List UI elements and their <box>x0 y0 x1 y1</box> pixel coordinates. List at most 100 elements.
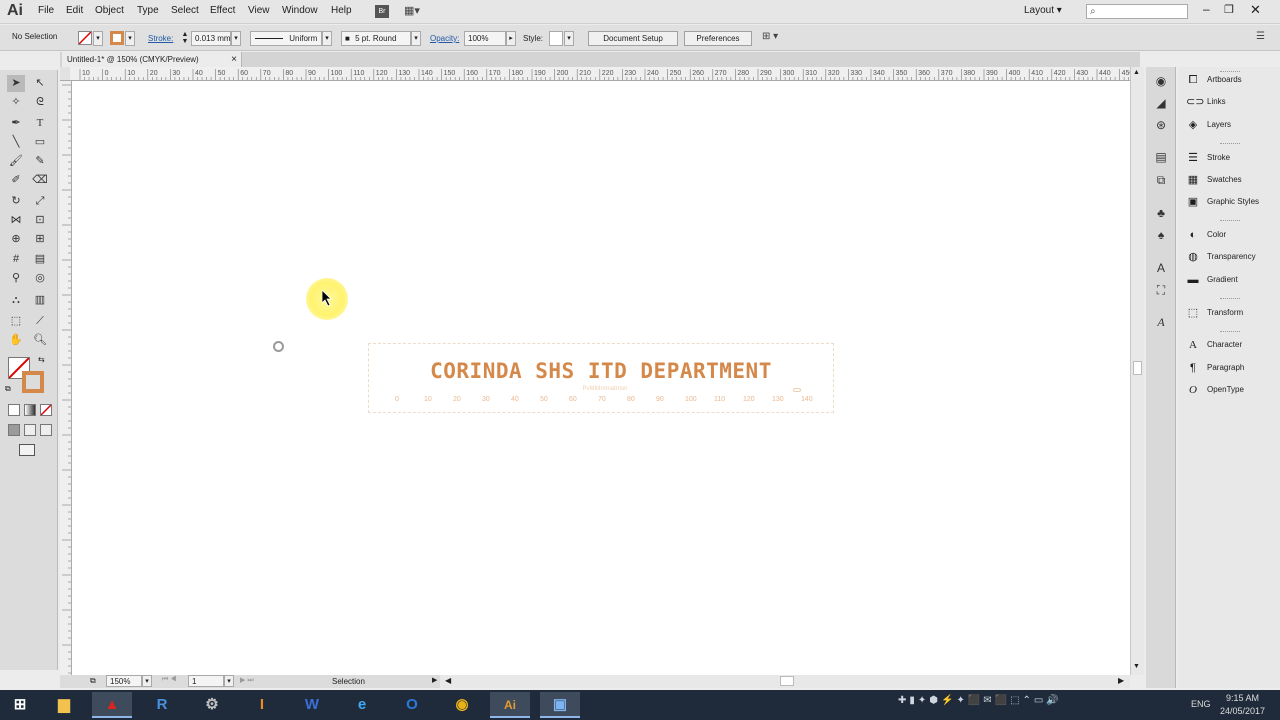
word-taskbar-icon[interactable]: W <box>292 692 332 718</box>
color-guide-icon[interactable]: ◉ <box>1153 73 1169 89</box>
search-field[interactable]: ⌕ <box>1086 4 1188 19</box>
none-mode-icon[interactable] <box>40 404 52 416</box>
arrange-icon[interactable]: ⊞ ▾ <box>762 31 778 42</box>
illustrator-taskbar-icon[interactable]: Ai <box>490 692 530 718</box>
preferences-button[interactable]: Preferences <box>684 31 752 46</box>
asset-export-icon[interactable]: ⛶ <box>1153 282 1169 298</box>
language-indicator[interactable]: ENG <box>1191 699 1211 709</box>
scroll-up-icon[interactable]: ▲ <box>1133 69 1140 76</box>
magic-wand-tool-icon[interactable]: ✧ <box>7 94 25 111</box>
align-icon[interactable]: ▤ <box>1153 149 1169 165</box>
stroke-label[interactable]: Stroke: <box>148 34 173 43</box>
lasso-tool-icon[interactable]: ᘓ <box>31 94 49 111</box>
panel-opentype[interactable]: O OpenType <box>1178 380 1280 400</box>
app-orange-taskbar-icon[interactable]: I <box>242 692 282 718</box>
first-artboard-icon[interactable]: ⏮ ◀ <box>162 676 177 684</box>
document-tab-close-icon[interactable]: × <box>231 52 237 67</box>
panel-menu-icon[interactable]: ☰ <box>1256 31 1265 42</box>
stroke-stepper-icon[interactable]: ▲ ▼ <box>180 31 190 46</box>
rotate-tool-icon[interactable]: ↻ <box>7 193 25 210</box>
document-setup-button[interactable]: Document Setup <box>588 31 678 46</box>
chrome-taskbar-icon[interactable]: ◉ <box>442 692 482 718</box>
graphic-style-dropdown[interactable]: ▾ <box>564 31 574 46</box>
scale-tool-icon[interactable]: ⤢ <box>31 193 49 210</box>
artboard-tool-icon[interactable]: ⬚ <box>7 313 25 330</box>
graphic-style-swatch[interactable] <box>549 31 563 46</box>
workspace-switcher[interactable]: Layout ▾ <box>1024 5 1074 16</box>
selection-tool-icon[interactable]: ➤ <box>7 75 25 92</box>
line-tool-icon[interactable]: ╲ <box>7 134 25 151</box>
swap-colors-icon[interactable]: ⇆ <box>38 355 45 364</box>
document-tab[interactable]: Untitled-1* @ 150% (CMYK/Preview) × <box>62 52 242 67</box>
horizontal-scrollbar[interactable]: ◀ ▶ <box>440 675 1130 688</box>
zoom-dropdown[interactable]: ▾ <box>142 675 152 687</box>
network-tool-taskbar-icon[interactable]: ⚙ <box>192 692 232 718</box>
symbol-sprayer-tool-icon[interactable]: ⛬ <box>7 292 25 309</box>
type-tool-icon[interactable]: T <box>31 115 49 132</box>
revit-taskbar-icon[interactable]: R <box>142 692 182 718</box>
pathfinder-icon[interactable]: ⧉ <box>1153 172 1169 188</box>
zoom-level[interactable]: 150% <box>106 675 142 687</box>
menu-select[interactable]: Select <box>171 5 199 16</box>
menu-file[interactable]: File <box>38 5 54 16</box>
start-button-icon[interactable]: ⊞ <box>0 692 40 718</box>
panel-swatches[interactable]: ▦ Swatches <box>1178 170 1280 190</box>
gradient-mode-icon[interactable] <box>24 404 36 416</box>
artboard-dropdown[interactable]: ▾ <box>224 675 234 687</box>
stroke-weight-input[interactable]: 0.013 mm <box>191 31 231 46</box>
rectangle-tool-icon[interactable]: ▭ <box>31 134 49 151</box>
minimize-icon[interactable]: – <box>1203 2 1210 16</box>
symbols-icon[interactable]: ♣ <box>1153 205 1169 221</box>
subline-text[interactable]: PvMIllIrmnatrnsn <box>560 386 650 392</box>
vertical-ruler[interactable] <box>60 81 72 675</box>
fill-swatch[interactable] <box>78 31 92 45</box>
scroll-right-icon[interactable]: ▶ <box>1118 676 1124 685</box>
artboard-nav-icon[interactable]: ⧉ <box>90 676 96 686</box>
panel-transform[interactable]: ⬚ Transform <box>1178 303 1280 323</box>
eyedropper-tool-icon[interactable]: ⚲ <box>7 270 25 287</box>
perspective-grid-tool-icon[interactable]: ⊞ <box>31 231 49 248</box>
free-transform-tool-icon[interactable]: ⊡ <box>31 212 49 229</box>
navigator-icon[interactable]: ⊛ <box>1153 117 1169 133</box>
scale-graphic[interactable]: 0 10 20 30 40 50 60 70 80 90 100 110 120 130 140 <box>380 396 820 408</box>
panel-gradient[interactable]: ▬ Gradient <box>1178 270 1280 290</box>
opacity-label[interactable]: Opacity: <box>430 34 459 43</box>
menu-edit[interactable]: Edit <box>66 5 83 16</box>
hand-tool-icon[interactable]: ✋ <box>7 332 25 349</box>
panel-transparency[interactable]: ◍ Transparency <box>1178 247 1280 267</box>
gradient-tool-icon[interactable]: ▤ <box>31 251 49 268</box>
variable-width-profile[interactable]: Uniform <box>250 31 322 46</box>
blob-brush-tool-icon[interactable]: ✐ <box>7 172 25 189</box>
direct-selection-tool-icon[interactable]: ↖ <box>31 75 49 92</box>
default-colors-icon[interactable]: ⧉ <box>5 384 11 394</box>
stroke-color-box[interactable] <box>22 371 44 393</box>
menu-help[interactable]: Help <box>331 5 352 16</box>
brushes-icon[interactable]: ◢ <box>1153 95 1169 111</box>
opacity-arrow[interactable]: ▸ <box>506 31 516 46</box>
mesh-tool-icon[interactable]: # <box>7 251 25 268</box>
restore-icon[interactable]: ❐ <box>1224 3 1234 16</box>
panel-stroke[interactable]: ☰ Stroke <box>1178 148 1280 168</box>
vertical-scrollbar[interactable]: ▲ ▼ <box>1130 67 1144 675</box>
brush-library-icon[interactable]: ♠ <box>1153 227 1169 243</box>
screen-mode-icon[interactable] <box>19 444 35 456</box>
clock-date[interactable]: 24/05/2017 <box>1220 706 1265 716</box>
horizontal-ruler[interactable]: 10 0 10 20 30 40 50 60 70 80 90 100 110 120 130 140 150 1… <box>70 67 1130 81</box>
acrobat-taskbar-icon[interactable]: ▲ <box>92 692 132 718</box>
brush-dropdown[interactable]: ▾ <box>411 31 421 46</box>
stroke-swatch[interactable] <box>110 31 124 45</box>
clock-time[interactable]: 9:15 AM <box>1226 693 1259 703</box>
internet-explorer-taskbar-icon[interactable]: e <box>342 692 382 718</box>
horizontal-scroll-thumb[interactable] <box>780 676 794 686</box>
menu-view[interactable]: View <box>248 5 270 16</box>
menu-object[interactable]: Object <box>95 5 124 16</box>
opacity-input[interactable]: 100% <box>464 31 506 46</box>
panel-graphic-styles[interactable]: ▣ Graphic Styles <box>1178 192 1280 212</box>
close-icon[interactable]: ✕ <box>1250 2 1261 18</box>
shape-builder-tool-icon[interactable]: ⊕ <box>7 231 25 248</box>
panel-artboards[interactable]: ⧠ Artboards <box>1178 70 1280 90</box>
color-mode-icon[interactable] <box>8 404 20 416</box>
panel-links[interactable]: ⊂⊃ Links <box>1178 92 1280 112</box>
bridge-button[interactable]: Br <box>375 5 389 18</box>
brush-definition[interactable]: ■ 5 pt. Round <box>341 31 411 46</box>
